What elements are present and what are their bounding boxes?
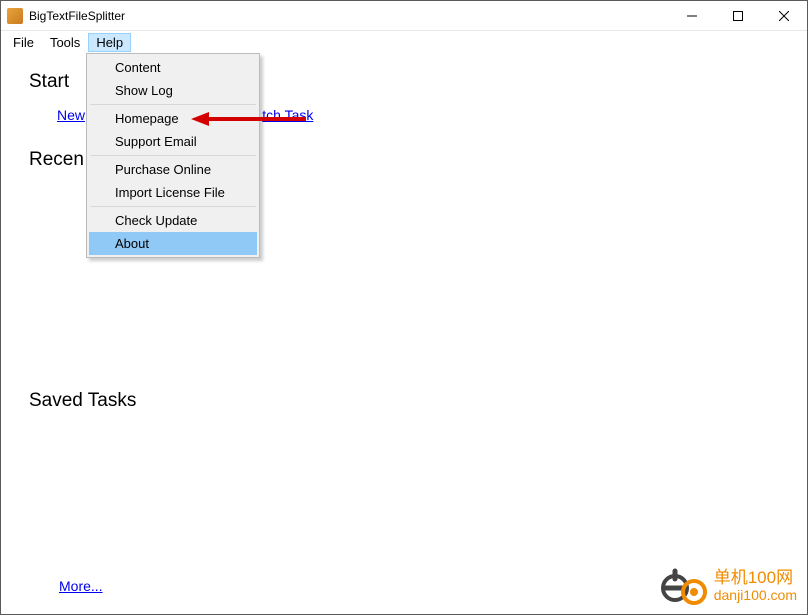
watermark: 单机100网 danji100.com <box>660 566 797 606</box>
maximize-button[interactable] <box>715 1 761 30</box>
menu-file[interactable]: File <box>5 33 42 52</box>
window-controls <box>669 1 807 30</box>
menu-show-log[interactable]: Show Log <box>89 79 257 102</box>
app-icon <box>7 8 23 24</box>
menu-purchase-online[interactable]: Purchase Online <box>89 158 257 181</box>
menu-separator <box>90 155 256 156</box>
menu-about[interactable]: About <box>89 232 257 255</box>
saved-tasks-heading: Saved Tasks <box>29 390 136 412</box>
menu-support-email[interactable]: Support Email <box>89 130 257 153</box>
minimize-button[interactable] <box>669 1 715 30</box>
watermark-line2: danji100.com <box>714 588 797 603</box>
menu-separator <box>90 206 256 207</box>
menu-help[interactable]: Help <box>88 33 131 52</box>
menu-tools[interactable]: Tools <box>42 33 88 52</box>
titlebar: BigTextFileSplitter <box>1 1 807 31</box>
app-window: BigTextFileSplitter File Tools Help Star… <box>0 0 808 615</box>
menu-homepage[interactable]: Homepage <box>89 107 257 130</box>
new-task-link-fragment[interactable]: New <box>57 107 85 123</box>
watermark-line1: 单机100网 <box>714 569 797 588</box>
help-dropdown: Content Show Log Homepage Support Email … <box>86 53 260 258</box>
batch-task-link-fragment[interactable]: tch Task <box>262 107 313 123</box>
watermark-logo-icon <box>660 566 708 606</box>
menu-content[interactable]: Content <box>89 56 257 79</box>
menu-separator <box>90 104 256 105</box>
close-button[interactable] <box>761 1 807 30</box>
menu-import-license[interactable]: Import License File <box>89 181 257 204</box>
window-title: BigTextFileSplitter <box>29 9 669 23</box>
more-link[interactable]: More... <box>59 578 103 594</box>
more-link-container: More... <box>59 578 103 594</box>
menubar: File Tools Help <box>1 31 807 53</box>
menu-check-update[interactable]: Check Update <box>89 209 257 232</box>
watermark-text: 单机100网 danji100.com <box>714 569 797 603</box>
